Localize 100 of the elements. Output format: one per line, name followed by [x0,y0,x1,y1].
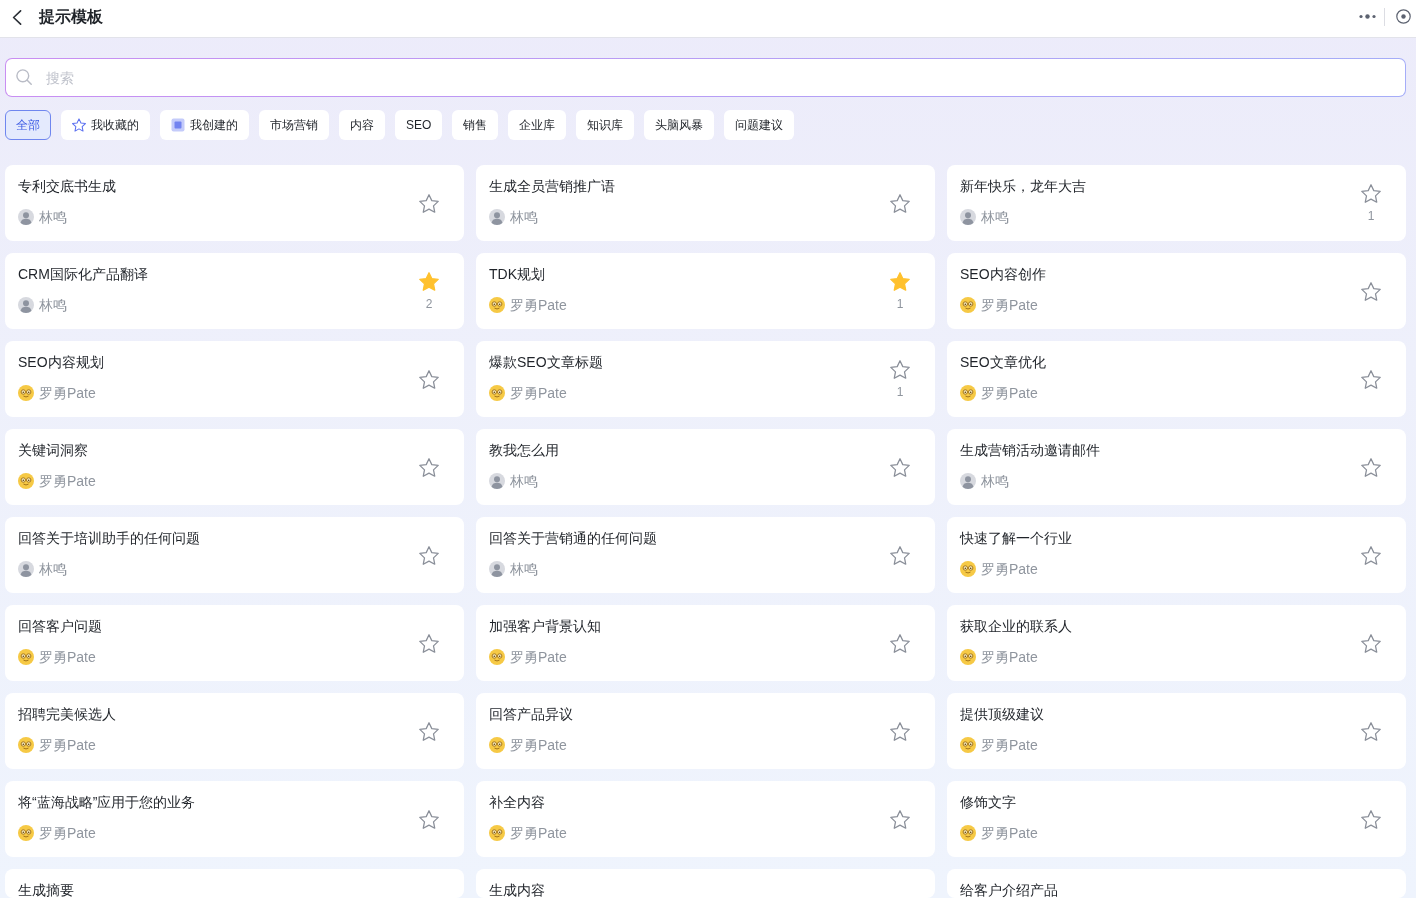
filter-tab[interactable]: 内容 [339,110,385,140]
template-card[interactable]: SEO内容创作 罗勇Pate [947,253,1406,329]
cartoon-face-icon [18,473,34,489]
card-title: 提供顶级建议 [960,706,1044,722]
star-icon[interactable] [419,633,439,653]
template-card[interactable]: CRM国际化产品翻译 林鸣 2 [5,253,464,329]
template-card[interactable]: 将“蓝海战略”应用于您的业务 罗勇Pate [5,781,464,857]
cartoon-face-icon [960,385,976,401]
filter-tab[interactable]: 市场营销 [259,110,329,140]
filter-tab[interactable]: 销售 [452,110,499,140]
template-card[interactable]: 专利交底书生成 林鸣 [5,165,464,241]
template-card[interactable]: 教我怎么用 林鸣 [476,429,935,505]
star-icon[interactable] [1361,809,1381,829]
star-icon[interactable] [419,271,439,291]
star-icon[interactable] [1361,721,1381,741]
card-title: 生成全员营销推广语 [489,178,615,194]
filter-tab[interactable]: 头脑风暴 [644,110,715,140]
card-title: 修饰文字 [960,794,1016,810]
star-icon[interactable] [1361,183,1381,203]
template-card[interactable]: 回答产品异议 罗勇Pate [476,693,935,769]
star-icon[interactable] [890,633,910,653]
user-silhouette-icon [960,209,976,225]
card-title: 专利交底书生成 [18,178,116,194]
star-icon[interactable] [419,193,439,213]
card-title: 生成内容 [489,882,545,898]
search-icon [16,69,32,85]
template-card[interactable]: 回答关于营销通的任何问题 林鸣 [476,517,935,593]
template-card[interactable]: 爆款SEO文章标题 罗勇Pate 1 [476,341,935,417]
template-card[interactable]: 回答关于培训助手的任何问题 林鸣 [5,517,464,593]
template-card[interactable]: 关键词洞察 罗勇Pate [5,429,464,505]
author-name: 林鸣 [981,473,1009,489]
star-icon[interactable] [419,721,439,741]
star-icon[interactable] [1361,633,1381,653]
star-icon[interactable] [1361,369,1381,389]
search-field[interactable]: 搜索 [5,58,1406,97]
template-card[interactable]: 给客户介绍产品 [947,869,1406,898]
card-title: 教我怎么用 [489,442,559,458]
template-card[interactable]: 提供顶级建议 罗勇Pate [947,693,1406,769]
author-name: 罗勇Pate [510,825,567,841]
card-title: 回答客户问题 [18,618,102,634]
star-icon[interactable] [890,359,910,379]
template-card[interactable]: 生成全员营销推广语 林鸣 [476,165,935,241]
author-name: 罗勇Pate [981,737,1038,753]
document-icon [171,118,185,132]
author-name: 罗勇Pate [39,649,96,665]
card-title: CRM国际化产品翻译 [18,266,148,282]
more-icon[interactable] [1359,14,1376,19]
author-name: 林鸣 [981,209,1009,225]
template-card[interactable]: 招聘完美候选人 罗勇Pate [5,693,464,769]
star-icon[interactable] [1361,281,1381,301]
author-name: 罗勇Pate [981,825,1038,841]
template-card[interactable]: 回答客户问题 罗勇Pate [5,605,464,681]
filter-tab[interactable]: 企业库 [508,110,567,140]
card-title: 回答关于培训助手的任何问题 [18,530,200,546]
author-name: 罗勇Pate [39,737,96,753]
template-card[interactable]: 加强客户背景认知 罗勇Pate [476,605,935,681]
favorite-count: 1 [1367,208,1375,223]
star-icon[interactable] [890,545,910,565]
template-card[interactable]: 修饰文字 罗勇Pate [947,781,1406,857]
star-icon[interactable] [419,809,439,829]
author-name: 林鸣 [39,297,67,313]
star-icon[interactable] [1361,545,1381,565]
author-name: 罗勇Pate [981,297,1038,313]
star-icon[interactable] [890,457,910,477]
star-icon[interactable] [890,721,910,741]
template-card[interactable]: 新年快乐，龙年大吉 林鸣 1 [947,165,1406,241]
cartoon-face-icon [18,825,34,841]
template-card[interactable]: 生成摘要 [5,869,464,898]
star-icon[interactable] [1361,457,1381,477]
template-card[interactable]: 生成营销活动邀请邮件 林鸣 [947,429,1406,505]
star-icon[interactable] [890,809,910,829]
star-icon[interactable] [419,369,439,389]
filter-tab[interactable]: 我创建的 [160,110,249,140]
back-icon[interactable] [12,10,22,25]
template-card[interactable]: 补全内容 罗勇Pate [476,781,935,857]
star-icon[interactable] [419,457,439,477]
star-icon[interactable] [890,193,910,213]
template-card[interactable]: 快速了解一个行业 罗勇Pate [947,517,1406,593]
card-title: 给客户介绍产品 [960,882,1058,898]
template-card[interactable]: 获取企业的联系人 罗勇Pate [947,605,1406,681]
filter-tab[interactable]: 我收藏的 [61,110,150,140]
filter-tab[interactable]: 问题建议 [724,110,795,140]
template-card[interactable]: 生成内容 [476,869,935,898]
star-icon[interactable] [890,271,910,291]
template-card[interactable]: SEO文章优化 罗勇Pate [947,341,1406,417]
star-icon[interactable] [419,545,439,565]
filter-tab[interactable]: 全部 [5,110,51,140]
filter-tab[interactable]: 知识库 [576,110,635,140]
template-card[interactable]: TDK规划 罗勇Pate 1 [476,253,935,329]
template-card[interactable]: SEO内容规划 罗勇Pate [5,341,464,417]
page-title: 提示模板 [39,7,103,26]
filter-tab[interactable]: SEO [395,110,443,140]
circle-dot-icon[interactable] [1396,9,1411,24]
user-silhouette-icon [489,209,505,225]
card-title: 生成营销活动邀请邮件 [960,442,1100,458]
card-title: 将“蓝海战略”应用于您的业务 [18,794,196,810]
user-silhouette-icon [489,473,505,489]
card-title: SEO文章优化 [960,354,1046,370]
cartoon-face-icon [489,737,505,753]
cartoon-face-icon [489,649,505,665]
